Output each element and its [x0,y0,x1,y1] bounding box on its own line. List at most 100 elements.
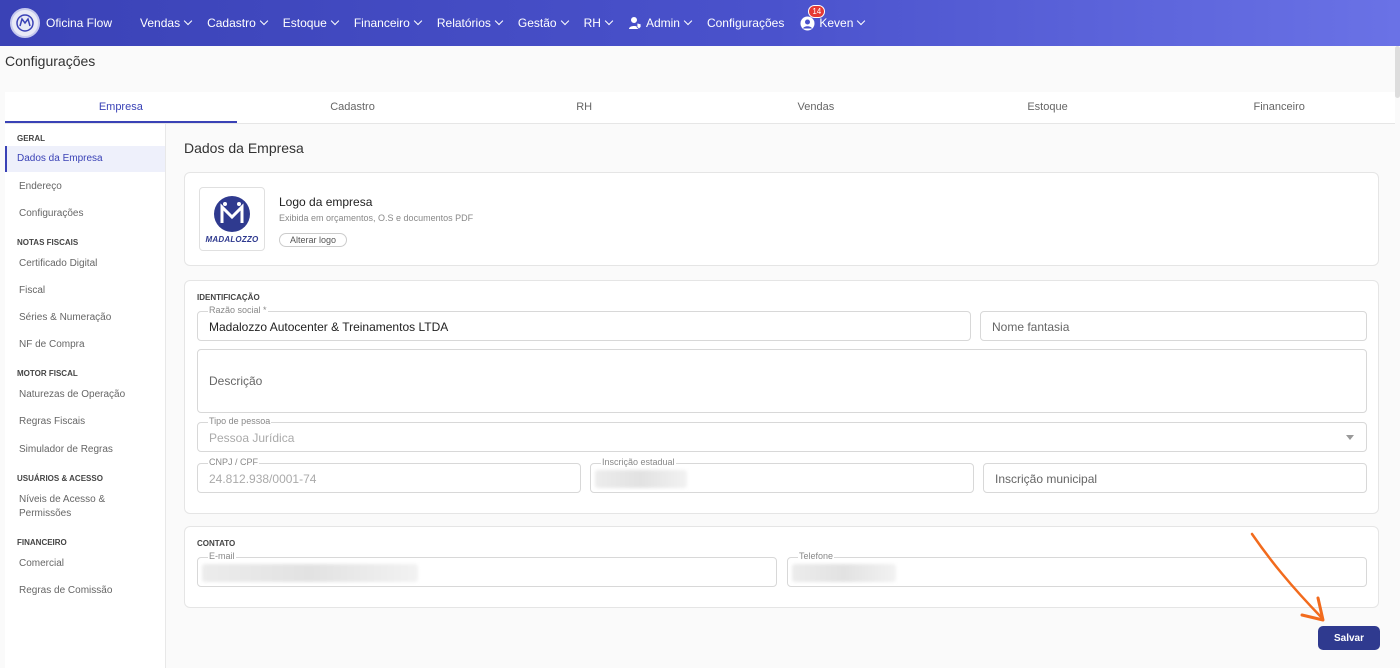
email-label: E-mail [208,551,236,561]
brand[interactable]: Oficina Flow [10,8,112,38]
sidebar-section-motor-fiscal: MOTOR FISCAL [17,369,78,378]
main-content: Dados da Empresa MADALOZZO Logo da empre… [166,124,1395,668]
chevron-down-icon [330,16,340,26]
cnpj-value: 24.812.938/0001-74 [209,472,317,486]
sidebar-item-configuracoes[interactable]: Configurações [5,208,83,219]
chevron-down-icon [259,16,269,26]
sidebar-item-regras-comissao[interactable]: Regras de Comissão [5,585,112,596]
chevron-down-icon [413,16,423,26]
nav-financeiro[interactable]: Financeiro [353,16,423,30]
nav-label: RH [583,16,601,30]
chevron-down-icon [494,16,504,26]
nav-estoque[interactable]: Estoque [283,16,340,30]
nav-label: Vendas [140,16,181,30]
nav-gestao[interactable]: Gestão [517,16,569,30]
sidebar-item-naturezas[interactable]: Naturezas de Operação [5,389,125,400]
inscricao-estadual-field[interactable]: Inscrição estadual [590,457,974,493]
settings-tabs: Empresa Cadastro RH Vendas Estoque Finan… [5,92,1395,124]
sidebar-item-simulador[interactable]: Simulador de Regras [5,444,113,455]
sidebar-item-endereco[interactable]: Endereço [5,181,62,192]
sidebar-item-fiscal[interactable]: Fiscal [5,285,45,296]
inscricao-municipal-placeholder: Inscrição municipal [995,472,1098,486]
nome-fantasia-placeholder: Nome fantasia [992,320,1070,334]
contato-label: CONTATO [197,539,236,548]
sidebar-section-geral: GERAL [17,134,45,143]
descricao-field[interactable]: Descrição [197,349,1367,413]
inscricao-estadual-label: Inscrição estadual [601,457,676,467]
telefone-label: Telefone [798,551,835,561]
cnpj-label: CNPJ / CPF [208,457,260,467]
nav-configuracoes[interactable]: Configurações [707,16,784,30]
identificacao-card: IDENTIFICAÇÃO Razão social * Madalozzo A… [184,280,1379,514]
tipo-pessoa-value: Pessoa Jurídica [209,431,295,445]
tab-rh[interactable]: RH [468,92,700,123]
nome-fantasia-field[interactable]: Nome fantasia [980,311,1367,341]
user-name: Keven [819,16,854,30]
save-button[interactable]: Salvar [1318,626,1380,650]
identificacao-label: IDENTIFICAÇÃO [197,293,260,302]
nav-label: Financeiro [353,16,410,30]
email-field[interactable]: E-mail [197,551,777,587]
nav-label: Configurações [706,16,785,30]
nav-label: Admin [645,16,680,30]
chevron-down-icon [183,16,193,26]
user-menu[interactable]: 14 Keven [800,4,866,31]
sidebar-item-niveis-acesso[interactable]: Níveis de Acesso & Permissões [5,493,115,521]
razao-social-value: Madalozzo Autocenter & Treinamentos LTDA [209,320,449,334]
descricao-placeholder: Descrição [209,374,263,388]
tab-cadastro[interactable]: Cadastro [237,92,469,123]
chevron-down-icon [857,16,866,26]
redacted-value [792,564,896,582]
cnpj-field[interactable]: CNPJ / CPF 24.812.938/0001-74 [197,457,581,493]
sidebar-item-dados-empresa[interactable]: Dados da Empresa [5,146,165,172]
redacted-value [595,470,687,488]
company-logo-text: MADALOZZO [205,234,259,244]
user-shield-icon [628,16,642,30]
redacted-value [202,564,418,582]
app-name: Oficina Flow [46,16,113,30]
logo-subtitle: Exibida em orçamentos, O.S e documentos … [279,213,474,223]
company-logo[interactable]: MADALOZZO [199,187,265,251]
company-logo-icon [214,195,250,232]
inscricao-municipal-field[interactable]: Inscrição municipal [983,463,1367,493]
razao-social-field[interactable]: Razão social * Madalozzo Autocenter & Tr… [197,305,971,341]
sidebar-item-regras-fiscais[interactable]: Regras Fiscais [5,416,85,427]
page-title: Configurações [5,53,96,69]
sidebar-item-nf-compra[interactable]: NF de Compra [5,339,85,350]
razao-social-label: Razão social * [208,305,268,315]
chevron-down-icon [604,16,614,26]
tipo-pessoa-select[interactable]: Tipo de pessoa Pessoa Jurídica [197,416,1367,452]
sidebar-item-series[interactable]: Séries & Numeração [5,312,111,323]
page-scrollbar[interactable] [1395,46,1400,98]
sidebar-item-comercial[interactable]: Comercial [5,558,64,569]
logo-card: MADALOZZO Logo da empresa Exibida em orç… [184,172,1379,266]
nav-label: Relatórios [436,16,491,30]
tab-empresa[interactable]: Empresa [5,92,237,123]
top-navbar: Oficina Flow Vendas Cadastro Estoque Fin… [0,0,1400,46]
annotation-arrow-icon [1250,532,1325,622]
brand-logo-icon [10,8,40,38]
nav-admin[interactable]: Admin [628,16,693,30]
nav-relatorios[interactable]: Relatórios [436,16,504,30]
settings-sidebar: GERAL Dados da Empresa Endereço Configur… [5,124,166,668]
caret-down-icon [1346,435,1354,440]
sidebar-item-certificado[interactable]: Certificado Digital [5,258,97,269]
change-logo-button[interactable]: Alterar logo [279,233,348,247]
tab-estoque[interactable]: Estoque [932,92,1164,123]
tipo-pessoa-label: Tipo de pessoa [208,416,272,426]
tab-financeiro[interactable]: Financeiro [1163,92,1395,123]
nav-label: Gestão [517,16,557,30]
chevron-down-icon [560,16,569,26]
contato-card: CONTATO E-mail Telefone [184,526,1379,608]
sidebar-section-usuarios: USUÁRIOS & ACESSO [17,474,103,483]
sidebar-section-financeiro: FINANCEIRO [17,538,67,547]
notification-badge[interactable]: 14 [808,4,826,18]
chevron-down-icon [683,16,693,26]
nav-cadastro[interactable]: Cadastro [207,16,269,30]
nav-vendas[interactable]: Vendas [140,16,193,30]
logo-title: Logo da empresa [279,195,373,209]
section-title: Dados da Empresa [184,140,304,156]
nav-rh[interactable]: RH [583,16,614,30]
nav-label: Cadastro [207,16,256,30]
tab-vendas[interactable]: Vendas [700,92,932,123]
